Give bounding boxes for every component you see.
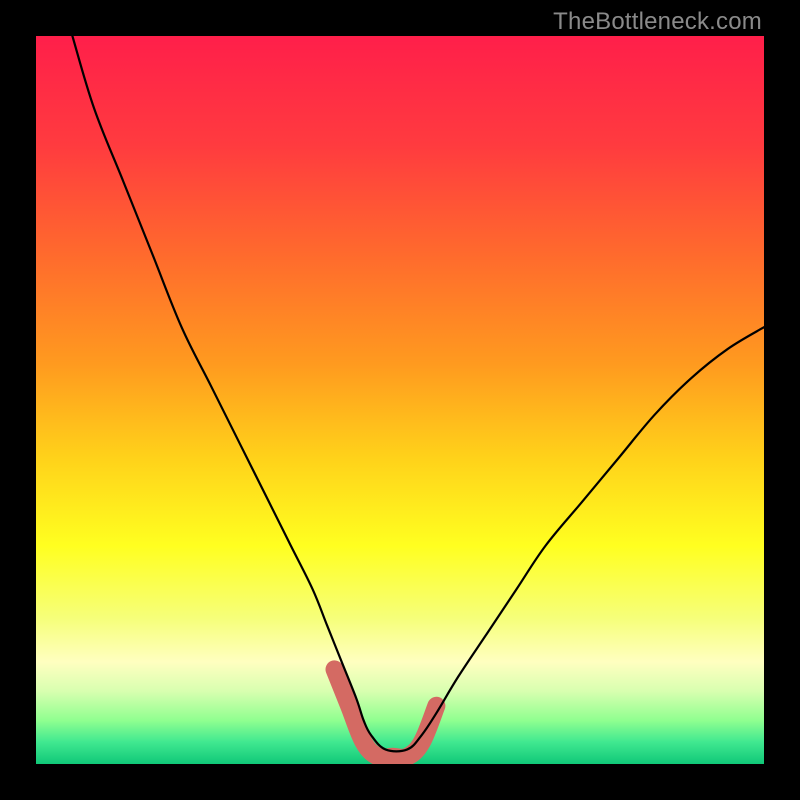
watermark-text: TheBottleneck.com [553, 8, 762, 36]
bottleneck-curve [72, 36, 764, 751]
curve-layer [36, 36, 764, 764]
plot-area [36, 36, 764, 764]
chart-frame: TheBottleneck.com [0, 0, 800, 800]
